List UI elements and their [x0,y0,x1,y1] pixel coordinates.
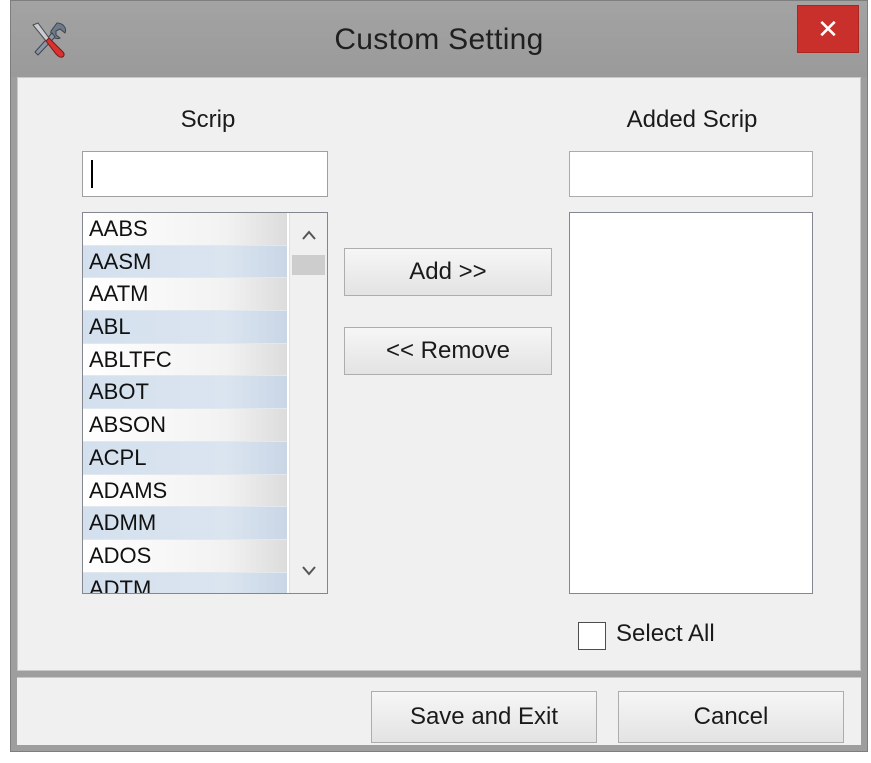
chevron-down-icon [301,566,316,576]
list-item[interactable]: ADOS [83,539,287,573]
add-button[interactable]: Add >> [344,248,552,296]
scrip-list[interactable]: AABS AASM AATM ABL ABLTFC ABOT ABSON ACPL ADAMS A… [82,212,328,594]
list-item[interactable]: AATM [83,278,287,312]
list-item[interactable]: ADTM [83,572,287,593]
list-item[interactable]: AABS [83,213,287,246]
scroll-thumb[interactable] [292,255,325,275]
list-item[interactable]: AASM [83,245,287,279]
scroll-up-button[interactable] [290,221,327,251]
remove-button[interactable]: << Remove [344,327,552,375]
added-scrip-label: Added Scrip [626,106,758,133]
list-item[interactable]: ABSON [83,409,287,442]
scrip-list-scrollbar[interactable] [289,213,327,593]
scrip-label: Scrip [180,106,236,133]
select-all-checkbox[interactable] [578,622,606,650]
close-button[interactable]: ✕ [797,5,859,53]
text-caret [91,160,93,188]
cancel-button[interactable]: Cancel [618,691,844,743]
list-item[interactable]: ABOT [83,376,287,410]
list-item[interactable]: ADMM [83,507,287,540]
custom-setting-window: Custom Setting ✕ Scrip AABS AASM AATM ABL AB… [10,0,868,752]
chevron-up-icon [301,230,316,240]
scroll-down-button[interactable] [290,557,327,587]
list-item[interactable]: ABL [83,311,287,344]
added-scrip-search-input[interactable] [569,151,813,197]
list-item[interactable]: ACPL [83,441,287,475]
title-bar[interactable]: Custom Setting ✕ [11,1,867,77]
save-and-exit-button[interactable]: Save and Exit [371,691,597,743]
list-item[interactable]: ABLTFC [83,343,287,377]
select-all-label[interactable]: Select All [616,620,715,648]
close-icon: ✕ [817,14,839,44]
dialog-content: Scrip AABS AASM AATM ABL ABLTFC ABOT ABSON ACPL… [17,77,861,671]
dialog-footer: Save and Exit Cancel [17,677,861,745]
list-item[interactable]: ADAMS [83,474,287,508]
added-scrip-list[interactable] [569,212,813,594]
scrip-list-items: AABS AASM AATM ABL ABLTFC ABOT ABSON ACPL ADAMS A… [83,213,287,593]
scrip-search-input[interactable] [82,151,328,197]
window-title: Custom Setting [334,23,544,56]
